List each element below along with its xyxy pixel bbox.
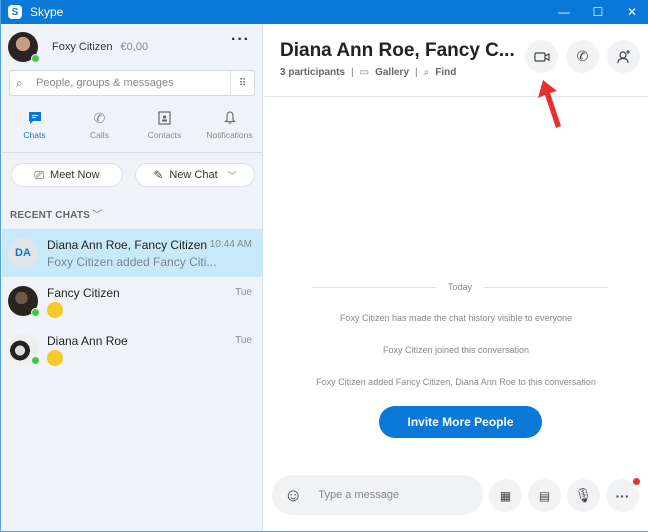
chat-time: Tue [235, 335, 252, 346]
annotation-arrow-icon [538, 80, 561, 128]
contact-avatar [8, 334, 40, 365]
microphone-icon: 🎙︎ [574, 487, 593, 503]
separator: | [415, 67, 418, 78]
group-avatar: DA [8, 238, 38, 268]
voice-message-button[interactable]: 🎙︎ [567, 479, 600, 512]
chat-list-item[interactable]: Fancy Citizen Tue [2, 277, 263, 325]
divider [2, 152, 262, 153]
gallery-icon: ▭ [359, 67, 370, 78]
image-icon: ▦ [499, 488, 512, 503]
emoji-icon [47, 350, 63, 366]
participants-link[interactable]: 3 participants [280, 67, 345, 78]
tab-label: Chats [23, 130, 46, 140]
send-media-button[interactable]: ▦ [489, 479, 522, 512]
contact-avatar [8, 286, 40, 317]
search-input[interactable]: People, groups & messages [36, 77, 230, 89]
new-chat-label: New Chat [169, 169, 218, 181]
meet-now-button[interactable]: ⎚ Meet Now [11, 163, 123, 187]
contact-card-icon: ▤ [538, 488, 551, 503]
video-camera-icon [533, 51, 550, 62]
recent-chats-header[interactable]: RECENT CHATS ﹀ [10, 206, 102, 221]
close-button[interactable]: ✕ [615, 0, 648, 24]
gallery-link[interactable]: Gallery [375, 67, 409, 78]
more-options-button[interactable]: ··· [231, 32, 250, 48]
message-input[interactable]: Type a message [318, 489, 399, 501]
dialpad-button[interactable]: ⠿ [230, 71, 254, 95]
chat-time: Tue [235, 287, 252, 298]
online-status-icon [31, 356, 40, 365]
system-message: Foxy Citizen joined this conversation [382, 345, 530, 355]
chat-list-item[interactable]: Diana Ann Roe Tue [2, 325, 263, 373]
recent-chats-label: RECENT CHATS [10, 210, 90, 221]
chat-name: Fancy Citizen [47, 286, 120, 300]
new-chat-button[interactable]: ✎ New Chat ﹀ [135, 163, 255, 187]
tab-label: Notifications [206, 130, 253, 140]
tab-label: Calls [90, 130, 109, 140]
find-link[interactable]: Find [435, 67, 456, 78]
search-box[interactable]: ⌕ People, groups & messages ⠿ [9, 70, 255, 96]
phone-icon: ✆ [93, 109, 106, 126]
compose-icon: ✎ [153, 168, 164, 182]
chat-time: 10:44 AM [209, 239, 252, 250]
tab-notifications[interactable]: Notifications [197, 108, 262, 152]
maximize-button[interactable]: ☐ [581, 0, 615, 24]
more-icon: ··· [615, 487, 630, 504]
contacts-icon [158, 108, 171, 128]
chat-preview: Foxy Citizen added Fancy Citi... [47, 255, 217, 269]
window-title: Skype [30, 5, 64, 19]
profile-avatar[interactable] [8, 32, 40, 63]
chevron-down-icon[interactable]: ﹀ [228, 169, 237, 182]
chevron-down-icon: ﹀ [92, 210, 103, 221]
tab-calls[interactable]: ✆ Calls [67, 108, 132, 152]
tab-contacts[interactable]: Contacts [132, 108, 197, 152]
conversation-pane: Diana Ann Roe, Fancy C... 3 participants… [264, 24, 648, 531]
online-status-icon [31, 308, 40, 317]
tab-label: Contacts [147, 130, 182, 140]
online-status-icon [31, 54, 40, 63]
date-divider: Today [312, 282, 608, 292]
chat-icon [28, 108, 42, 128]
more-actions-button[interactable]: ··· [606, 478, 640, 512]
search-icon: ⌕ [16, 75, 23, 90]
emoji-picker-icon[interactable]: ☺ [284, 485, 302, 506]
dialpad-icon: ⠿ [238, 77, 247, 89]
chat-list-item[interactable]: DA Diana Ann Roe, Fancy Citizen Foxy Cit… [2, 229, 263, 277]
add-person-icon [616, 49, 630, 63]
conversation-title[interactable]: Diana Ann Roe, Fancy C... [280, 40, 515, 62]
skype-window: S Skype — ☐ ✕ Foxy Citizen €0,00 ··· ⌕ P… [0, 0, 648, 532]
emoji-icon [47, 302, 63, 318]
separator: | [351, 67, 354, 78]
profile[interactable]: Foxy Citizen €0,00 [8, 32, 149, 63]
profile-name: Foxy Citizen [52, 41, 113, 53]
date-label: Today [447, 282, 473, 292]
notification-dot [633, 478, 640, 485]
video-camera-icon: ⎚ [34, 167, 45, 182]
tab-chats[interactable]: Chats [2, 108, 67, 152]
video-call-button[interactable] [525, 40, 558, 73]
phone-icon: ✆ [576, 48, 589, 64]
sidebar: Foxy Citizen €0,00 ··· ⌕ People, groups … [2, 24, 263, 531]
system-message: Foxy Citizen added Fancy Citizen, Diana … [316, 377, 596, 387]
nav-tabs: Chats ✆ Calls Contacts Notifications [2, 108, 262, 152]
invite-more-people-button[interactable]: Invite More People [379, 406, 542, 438]
skype-credit[interactable]: €0,00 [121, 41, 149, 53]
bell-icon [223, 108, 236, 128]
conversation-header: Diana Ann Roe, Fancy C... 3 participants… [264, 24, 648, 97]
audio-call-button[interactable]: ✆ [566, 40, 599, 73]
message-composer[interactable]: ☺ Type a message [272, 475, 483, 515]
add-people-button[interactable] [607, 40, 640, 73]
minimize-button[interactable]: — [547, 0, 581, 24]
system-message: Foxy Citizen has made the chat history v… [339, 313, 573, 323]
skype-logo-icon: S [8, 5, 22, 19]
meet-now-label: Meet Now [50, 169, 100, 181]
title-bar: S Skype — ☐ ✕ [1, 0, 648, 24]
search-icon: ⌕ [423, 67, 430, 78]
chat-name: Diana Ann Roe [47, 334, 128, 348]
send-contact-button[interactable]: ▤ [528, 479, 561, 512]
